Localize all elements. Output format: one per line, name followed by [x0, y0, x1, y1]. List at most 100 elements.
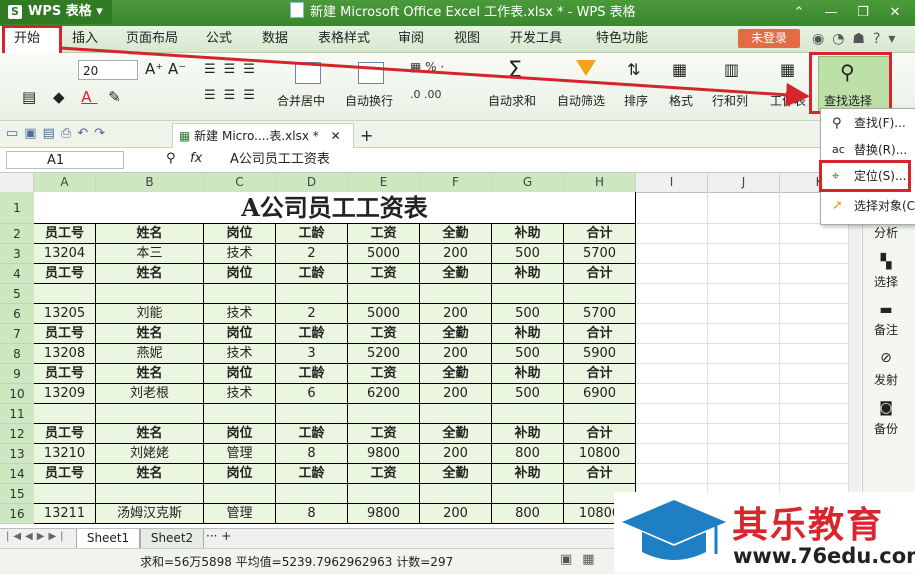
blank-cell[interactable]	[708, 324, 780, 344]
sheet-more-icon[interactable]: ··· +	[206, 529, 231, 543]
header-cell[interactable]: 岗位	[204, 424, 276, 444]
data-cell[interactable]: 8	[276, 504, 348, 524]
data-cell[interactable]: 5000	[348, 244, 420, 264]
empty-cell[interactable]	[564, 404, 636, 424]
zoom-icon[interactable]: ⚲	[166, 151, 176, 166]
empty-cell[interactable]	[348, 404, 420, 424]
data-cell[interactable]: 13209	[34, 384, 96, 404]
blank-cell[interactable]	[708, 304, 780, 324]
header-cell[interactable]: 补助	[492, 324, 564, 344]
header-cell[interactable]: 工资	[348, 324, 420, 344]
header-cell[interactable]: 合计	[564, 464, 636, 484]
data-cell[interactable]: 200	[420, 344, 492, 364]
blank-cell[interactable]	[708, 224, 780, 244]
row-header-1[interactable]: 1	[0, 192, 34, 224]
blank-cell[interactable]	[636, 444, 708, 464]
row-header-8[interactable]: 8	[0, 344, 34, 364]
data-cell[interactable]: 200	[420, 244, 492, 264]
data-cell[interactable]: 管理	[204, 444, 276, 464]
header-cell[interactable]: 工资	[348, 424, 420, 444]
row-header-9[interactable]: 9	[0, 364, 34, 384]
data-cell[interactable]: 9800	[348, 504, 420, 524]
side-send[interactable]: 发射	[862, 371, 910, 388]
header-cell[interactable]: 员工号	[34, 364, 96, 384]
data-cell[interactable]: 5900	[564, 344, 636, 364]
col-A[interactable]: A	[34, 173, 96, 192]
fx-icon[interactable]: fx	[190, 151, 202, 166]
data-cell[interactable]: 500	[492, 384, 564, 404]
header-cell[interactable]: 全勤	[420, 264, 492, 284]
empty-cell[interactable]	[96, 484, 204, 504]
row-header-14[interactable]: 14	[0, 464, 34, 484]
header-cell[interactable]: 姓名	[96, 224, 204, 244]
header-cell[interactable]: 岗位	[204, 324, 276, 344]
col-J[interactable]: J	[708, 173, 780, 192]
row-header-5[interactable]: 5	[0, 284, 34, 304]
row-header-15[interactable]: 15	[0, 484, 34, 504]
data-cell[interactable]: 技术	[204, 384, 276, 404]
data-cell[interactable]: 刘姥姥	[96, 444, 204, 464]
header-cell[interactable]: 补助	[492, 424, 564, 444]
data-cell[interactable]: 2	[276, 304, 348, 324]
empty-cell[interactable]	[348, 484, 420, 504]
vertical-scrollbar[interactable]	[848, 192, 861, 528]
header-cell[interactable]: 工资	[348, 224, 420, 244]
col-F[interactable]: F	[420, 173, 492, 192]
empty-cell[interactable]	[276, 484, 348, 504]
blank-cell[interactable]	[708, 384, 780, 404]
data-cell[interactable]: 5700	[564, 304, 636, 324]
header-cell[interactable]: 合计	[564, 264, 636, 284]
empty-cell[interactable]	[96, 284, 204, 304]
header-cell[interactable]: 工龄	[276, 264, 348, 284]
header-cell[interactable]: 合计	[564, 324, 636, 344]
data-cell[interactable]: 200	[420, 444, 492, 464]
row-header-11[interactable]: 11	[0, 404, 34, 424]
header-cell[interactable]: 岗位	[204, 464, 276, 484]
empty-cell[interactable]	[420, 284, 492, 304]
empty-cell[interactable]	[420, 404, 492, 424]
data-cell[interactable]: 13205	[34, 304, 96, 324]
select-all[interactable]	[0, 173, 34, 192]
header-cell[interactable]: 全勤	[420, 364, 492, 384]
empty-cell[interactable]	[420, 484, 492, 504]
blank-cell[interactable]	[636, 384, 708, 404]
sheet-tab-2[interactable]: Sheet2	[140, 529, 204, 549]
header-cell[interactable]: 全勤	[420, 224, 492, 244]
header-cell[interactable]: 全勤	[420, 424, 492, 444]
blank-cell[interactable]	[636, 192, 708, 224]
col-I[interactable]: I	[636, 173, 708, 192]
data-cell[interactable]: 5700	[564, 244, 636, 264]
header-cell[interactable]: 姓名	[96, 264, 204, 284]
data-cell[interactable]: 500	[492, 344, 564, 364]
empty-cell[interactable]	[34, 404, 96, 424]
data-cell[interactable]: 200	[420, 384, 492, 404]
name-box[interactable]: A1	[6, 151, 124, 169]
header-cell[interactable]: 岗位	[204, 364, 276, 384]
side-select[interactable]: 选择	[862, 273, 910, 290]
blank-cell[interactable]	[636, 244, 708, 264]
header-cell[interactable]: 全勤	[420, 324, 492, 344]
empty-cell[interactable]	[204, 484, 276, 504]
blank-cell[interactable]	[636, 304, 708, 324]
blank-cell[interactable]	[636, 224, 708, 244]
empty-cell[interactable]	[276, 404, 348, 424]
header-cell[interactable]: 工龄	[276, 424, 348, 444]
header-cell[interactable]: 员工号	[34, 324, 96, 344]
empty-cell[interactable]	[204, 284, 276, 304]
menu-replace[interactable]: 替换(R)...	[854, 140, 907, 160]
blank-cell[interactable]	[708, 364, 780, 384]
col-B[interactable]: B	[96, 173, 204, 192]
header-cell[interactable]: 合计	[564, 424, 636, 444]
header-cell[interactable]: 员工号	[34, 224, 96, 244]
header-cell[interactable]: 工龄	[276, 364, 348, 384]
header-cell[interactable]: 姓名	[96, 364, 204, 384]
data-cell[interactable]: 管理	[204, 504, 276, 524]
header-cell[interactable]: 员工号	[34, 424, 96, 444]
data-cell[interactable]: 200	[420, 504, 492, 524]
header-cell[interactable]: 补助	[492, 264, 564, 284]
col-D[interactable]: D	[276, 173, 348, 192]
empty-cell[interactable]	[492, 284, 564, 304]
header-cell[interactable]: 补助	[492, 364, 564, 384]
data-cell[interactable]: 刘老根	[96, 384, 204, 404]
header-cell[interactable]: 工龄	[276, 224, 348, 244]
